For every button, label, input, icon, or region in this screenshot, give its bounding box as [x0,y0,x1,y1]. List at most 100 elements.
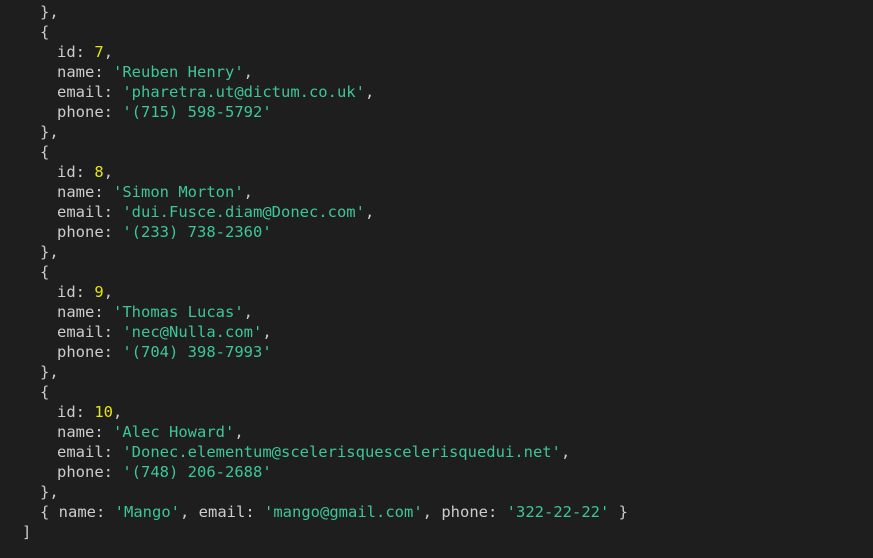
inline-record-line: { name: 'Mango', email: 'mango@gmail.com… [40,502,628,522]
inline-name-value: 'Mango' [114,503,180,521]
colon: : [94,423,113,441]
comma: , [103,43,114,61]
record-phone-line: phone: '(704) 398-7993' [57,342,272,362]
colon: : [75,163,95,181]
colon: : [103,103,123,121]
object-open: { [40,262,49,282]
record-email-line: email: 'nec@Nulla.com', [57,322,272,342]
record-id-line: id: 8, [57,162,113,182]
id-value: 8 [94,163,104,181]
colon: : [94,183,113,201]
key-email: email [198,503,246,521]
comma: , [113,403,123,421]
key-phone: phone [57,103,104,121]
key-id: id [57,163,76,181]
object-open: { [40,382,49,402]
name-value: 'Reuben Henry' [113,63,244,81]
record-email-line: email: 'dui.Fusce.diam@Donec.com', [57,202,374,222]
punct: }, [40,243,59,261]
phone-value: '(704) 398-7993' [122,343,272,361]
record-email-line: email: 'pharetra.ut@dictum.co.uk', [57,82,374,102]
key-name: name [57,303,95,321]
record-id-line: id: 9, [57,282,113,302]
array-close: ] [22,522,31,542]
colon: : [94,303,113,321]
colon: : [103,343,123,361]
colon: : [94,63,113,81]
record-phone-line: phone: '(233) 738-2360' [57,222,272,242]
comma: , [364,203,375,221]
colon: : [103,443,123,461]
object-open: { [40,142,49,162]
key-email: email [57,443,104,461]
email-value: 'pharetra.ut@dictum.co.uk' [122,83,365,101]
key-email: email [57,83,104,101]
phone-value: '(233) 738-2360' [122,223,272,241]
colon: : [488,503,507,521]
record-name-line: name: 'Alec Howard', [57,422,244,442]
inline-email-value: 'mango@gmail.com' [264,503,423,521]
comma: , [262,323,272,341]
key-email: email [57,323,104,341]
colon: : [103,463,123,481]
brace-open: { [40,503,59,521]
phone-value: '(748) 206-2688' [122,463,272,481]
colon: : [103,203,123,221]
record-phone-line: phone: '(748) 206-2688' [57,462,272,482]
colon: : [75,403,95,421]
key-name: name [57,183,95,201]
comma: , [180,503,199,521]
colon: : [75,283,95,301]
name-value: 'Thomas Lucas' [113,303,244,321]
id-value: 9 [94,283,104,301]
id-value: 7 [94,43,104,61]
email-value: 'Donec.elementum@scelerisquescelerisqued… [122,443,561,461]
key-id: id [57,283,76,301]
comma: , [560,443,571,461]
colon: : [245,503,265,521]
punct: }, [40,483,59,501]
object-close: }, [40,242,59,262]
punct: }, [40,123,59,141]
key-name: name [57,63,95,81]
punct: { [40,23,50,41]
punct: { [40,263,50,281]
comma: , [364,83,375,101]
record-id-line: id: 10, [57,402,122,422]
comma: , [243,63,253,81]
comma: , [103,283,114,301]
key-name: name [58,503,96,521]
key-phone: phone [441,503,488,521]
name-value: 'Alec Howard' [113,423,235,441]
object-close: }, [40,122,59,142]
colon: : [103,83,123,101]
record-name-line: name: 'Reuben Henry', [57,62,253,82]
phone-value: '(715) 598-5792' [122,103,272,121]
object-open: { [40,22,49,42]
punct: { [40,383,50,401]
punct: { [40,143,50,161]
name-value: 'Simon Morton' [113,183,244,201]
object-close: }, [40,362,59,382]
key-name: name [57,423,95,441]
record-id-line: id: 7, [57,42,113,62]
id-value: 10 [94,403,114,421]
punct: }, [40,363,59,381]
brace-close: } [609,503,628,521]
comma: , [103,163,114,181]
inline-phone-value: '322-22-22' [506,503,610,521]
comma: , [243,303,253,321]
key-phone: phone [57,343,104,361]
email-value: 'dui.Fusce.diam@Donec.com' [122,203,365,221]
comma: , [243,183,253,201]
email-value: 'nec@Nulla.com' [122,323,263,341]
punct: }, [40,3,59,21]
key-email: email [57,203,104,221]
punct: ] [22,523,32,541]
colon: : [75,43,95,61]
key-phone: phone [57,463,104,481]
comma: , [422,503,442,521]
comma: , [234,423,244,441]
record-phone-line: phone: '(715) 598-5792' [57,102,272,122]
record-email-line: email: 'Donec.elementum@scelerisquescele… [57,442,570,462]
